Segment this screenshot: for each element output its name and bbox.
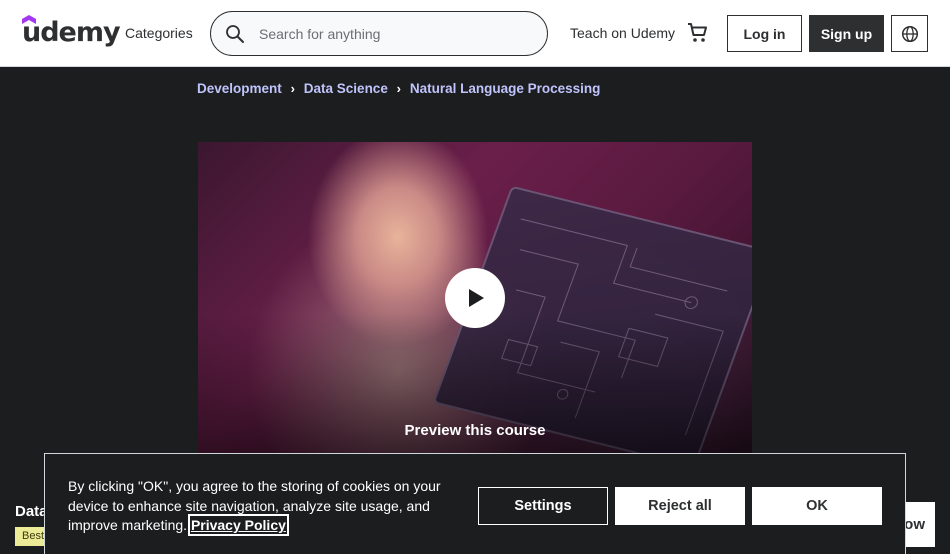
reject-all-button[interactable]: Reject all [615,487,745,525]
categories-link[interactable]: Categories [125,25,193,41]
play-button[interactable] [445,268,505,328]
breadcrumb: Development › Data Science › Natural Lan… [197,81,600,96]
course-preview-video[interactable]: Preview this course [198,142,752,454]
preview-label: Preview this course [404,422,546,439]
chevron-right-icon: › [396,81,401,96]
cart-icon[interactable] [686,21,710,45]
teach-on-udemy-link[interactable]: Teach on Udemy [570,25,675,41]
ok-button[interactable]: OK [752,487,882,525]
login-button[interactable]: Log in [727,15,802,52]
cookie-banner: By clicking "OK", you agree to the stori… [44,453,906,554]
breadcrumb-item-nlp[interactable]: Natural Language Processing [410,81,601,96]
logo-text: udemy [22,17,121,48]
logo-mark-icon [22,15,36,24]
globe-icon [901,25,918,42]
udemy-logo[interactable]: udemy [22,15,121,50]
breadcrumb-item-development[interactable]: Development [197,81,282,96]
breadcrumb-item-data-science[interactable]: Data Science [304,81,388,96]
search-input[interactable] [259,22,529,46]
search-bar [210,11,548,56]
site-header: udemy Categories Teach on Udemy Log in S… [0,0,950,67]
language-button[interactable] [891,15,928,52]
cookie-message: By clicking "OK", you agree to the stori… [68,477,472,536]
signup-button[interactable]: Sign up [809,15,884,52]
privacy-policy-link[interactable]: Privacy Policy [187,514,289,536]
sticky-course-title: Data [15,503,48,520]
play-icon [469,289,484,307]
chevron-right-icon: › [290,81,295,96]
search-icon[interactable] [225,24,245,44]
cookie-settings-button[interactable]: Settings [478,487,608,525]
